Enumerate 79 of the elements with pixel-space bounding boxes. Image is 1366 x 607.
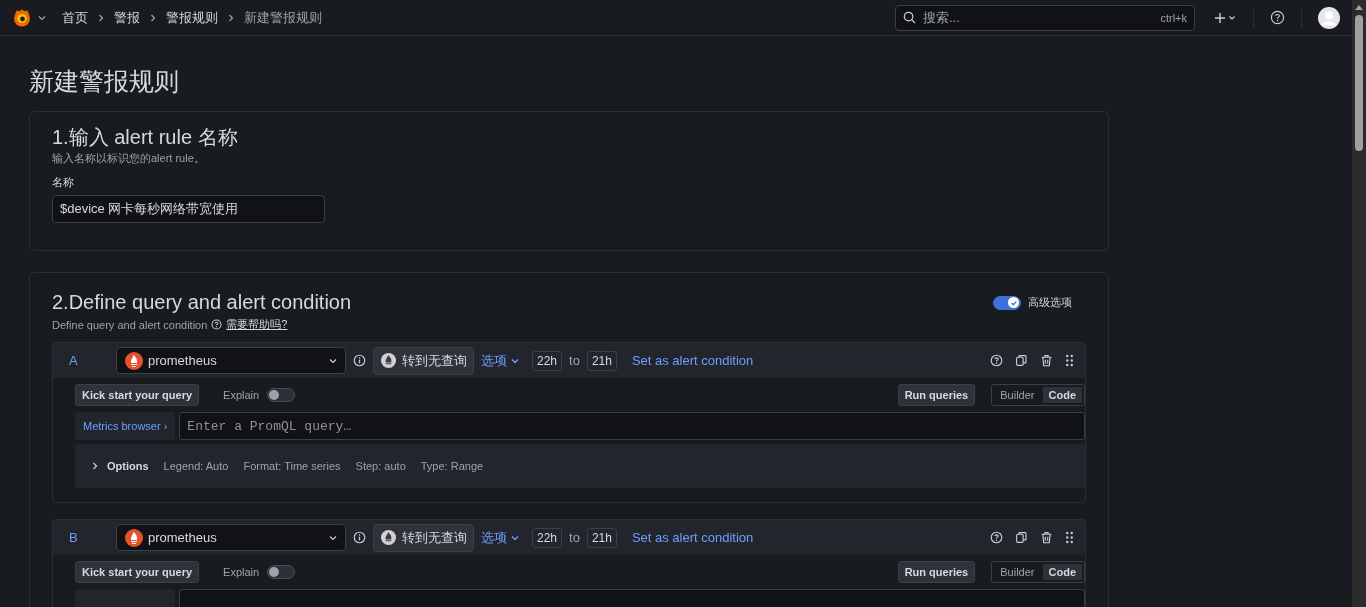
options-label[interactable]: Options [107,460,149,472]
run-queries-button[interactable]: Run queries [897,561,976,583]
search-field[interactable]: 搜索... [921,9,1156,26]
chevron-down-icon[interactable] [38,13,46,22]
flame-icon [380,529,397,546]
flame-icon [125,528,143,547]
help-icon[interactable] [211,319,223,330]
editor-mode-tab[interactable]: Builder [994,564,1041,580]
avatar-icon[interactable] [1318,6,1340,29]
section-title: 1.输入 alert rule 名称 [52,125,239,150]
scrollbar-thumb[interactable] [1355,15,1363,151]
datasource-select[interactable]: prometheus [116,524,346,551]
convert-button[interactable]: 转到无查询 [373,523,474,552]
drag-handle-icon[interactable] [1065,354,1074,367]
chevron-down-icon [329,356,337,365]
metrics-browser-button[interactable]: Metrics browser › [75,412,176,440]
time-from-field[interactable]: 22h [532,350,563,371]
editor-mode-tab[interactable]: Code [1042,387,1082,403]
check-icon [1009,298,1018,307]
copy-icon[interactable] [1015,354,1028,367]
time-to-field[interactable]: 21h [586,350,617,371]
option-summary: Format: Time series [243,460,341,472]
section-description: 输入名称以标识您的alert rule。 [52,151,206,166]
query-ref[interactable]: A [69,353,109,368]
search-icon [903,11,916,24]
trash-icon[interactable] [1040,531,1053,544]
page-title: 新建警报规则 [29,66,180,97]
editor-mode-tab[interactable]: Code [1042,564,1082,580]
advanced-toggle[interactable] [993,295,1021,310]
kick-start-button[interactable]: Kick start your query [75,561,200,583]
run-queries-button[interactable]: Run queries [897,384,976,406]
datasource-select[interactable]: prometheus [116,347,346,374]
logo-icon[interactable] [12,7,32,28]
kick-start-button[interactable]: Kick start your query [75,384,200,406]
alert-condition-link[interactable]: Set as alert condition [631,353,754,368]
shortcut-hint: ctrl+k [1160,11,1187,24]
time-to-field[interactable]: 21h [586,527,617,548]
explain-toggle[interactable] [267,388,296,402]
copy-icon[interactable] [1015,531,1028,544]
search-bar[interactable]: 搜索... ctrl+k [895,4,1195,31]
toggle-label: 高级选项 [1028,295,1072,310]
flame-icon [380,352,397,369]
chevron-down-icon [511,356,519,365]
option-summary: Type: Range [420,460,484,472]
explain-label: Explain [223,389,260,401]
field-label: 名称 [52,175,75,190]
chevron-down-icon [329,533,337,542]
info-icon[interactable] [353,354,366,367]
breadcrumb-link[interactable]: 警报 [114,8,140,27]
options-dropdown[interactable]: 选项 [481,528,519,547]
option-summary: Legend: Auto [163,460,229,472]
time-from-field[interactable]: 22h [532,527,563,548]
range-separator: to [569,530,580,545]
explain-label: Explain [223,566,260,578]
breadcrumb-link[interactable]: 新建警报规则 [244,8,322,27]
editor-mode-tab[interactable]: Builder [994,387,1041,403]
scroll-up-icon[interactable] [1355,5,1363,10]
section-description: Define query and alert condition [52,318,208,331]
breadcrumb-link[interactable]: 首页 [62,8,88,27]
range-separator: to [569,353,580,368]
name-field[interactable]: $device 网卡每秒网络带宽使用 [52,195,325,223]
help-icon[interactable] [990,354,1003,367]
drag-handle-icon[interactable] [1065,531,1074,544]
alert-condition-link[interactable]: Set as alert condition [631,530,754,545]
section-title: 2.Define query and alert condition [52,291,352,314]
breadcrumb-link[interactable]: 警报规则 [166,8,218,27]
help-link[interactable]: 需要帮助吗? [226,317,288,332]
help-icon[interactable] [990,531,1003,544]
explain-toggle[interactable] [267,565,296,579]
convert-button[interactable]: 转到无查询 [373,346,474,375]
flame-icon [125,351,143,370]
info-icon[interactable] [353,531,366,544]
chevron-down-icon [511,533,519,542]
chevron-right-icon[interactable] [91,462,99,470]
options-dropdown[interactable]: 选项 [481,351,519,370]
query-ref[interactable]: B [69,530,109,545]
query-field[interactable]: Enter a PromQL query… [179,412,1085,440]
trash-icon[interactable] [1040,354,1053,367]
option-summary: Step: auto [355,460,406,472]
